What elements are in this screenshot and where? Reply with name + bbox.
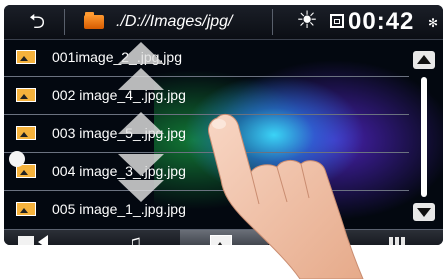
file-name: 004 image_3_.jpg.jpg xyxy=(52,163,186,179)
screen: ⮌ ./D://Images/jpg/ ☀ 00:42 ✻ 001image_2… xyxy=(0,0,447,279)
file-list: 001image_2_.jpg.jpg 002 image_4_.jpg.jpg… xyxy=(4,39,409,229)
bottom-tab-bar: ♫ xyxy=(4,229,443,245)
touch-indicator-dot xyxy=(9,151,25,167)
scroll-down-button[interactable] xyxy=(413,203,435,221)
image-file-icon xyxy=(16,126,36,140)
list-item[interactable]: 004 image_3_.jpg.jpg xyxy=(4,153,409,191)
image-file-icon xyxy=(16,88,36,102)
top-bar: ⮌ ./D://Images/jpg/ ☀ 00:42 ✻ xyxy=(4,5,443,40)
tab-music[interactable]: ♫ xyxy=(92,230,180,246)
scrollbar[interactable] xyxy=(411,47,439,227)
music-icon: ♫ xyxy=(126,230,143,246)
keypad-icon xyxy=(389,237,407,245)
scroll-up-button[interactable] xyxy=(413,51,435,69)
list-item[interactable]: 002 image_4_.jpg.jpg xyxy=(4,77,409,115)
video-icon xyxy=(18,235,48,245)
tab-blank[interactable] xyxy=(268,230,356,245)
top-divider xyxy=(272,9,273,35)
file-name: 005 image_1_.jpg.jpg xyxy=(52,201,186,217)
list-item[interactable]: 003 image_5_.jpg.jpg xyxy=(4,115,409,153)
image-file-icon xyxy=(16,202,36,216)
clock: 00:42 xyxy=(348,8,415,35)
photo-icon xyxy=(210,235,232,245)
tab-photo[interactable] xyxy=(180,230,268,245)
tab-keypad[interactable] xyxy=(355,230,443,245)
list-item[interactable]: 001image_2_.jpg.jpg xyxy=(4,39,409,77)
current-path: ./D://Images/jpg/ xyxy=(116,13,233,30)
file-name: 003 image_5_.jpg.jpg xyxy=(52,125,186,141)
file-name: 001image_2_.jpg.jpg xyxy=(52,49,182,65)
media-panel: ⮌ ./D://Images/jpg/ ☀ 00:42 ✻ 001image_2… xyxy=(4,5,443,245)
image-file-icon xyxy=(16,50,36,64)
bluetooth-icon: ✻ xyxy=(428,16,439,30)
back-button[interactable]: ⮌ xyxy=(10,9,65,35)
tab-video[interactable] xyxy=(4,230,92,245)
calendar-icon xyxy=(330,14,344,28)
folder-icon xyxy=(84,12,104,29)
file-name: 002 image_4_.jpg.jpg xyxy=(52,87,186,103)
scroll-thumb[interactable] xyxy=(421,77,427,197)
brightness-icon[interactable]: ☀ xyxy=(294,8,320,34)
list-item[interactable]: 005 image_1_.jpg.jpg xyxy=(4,191,409,228)
